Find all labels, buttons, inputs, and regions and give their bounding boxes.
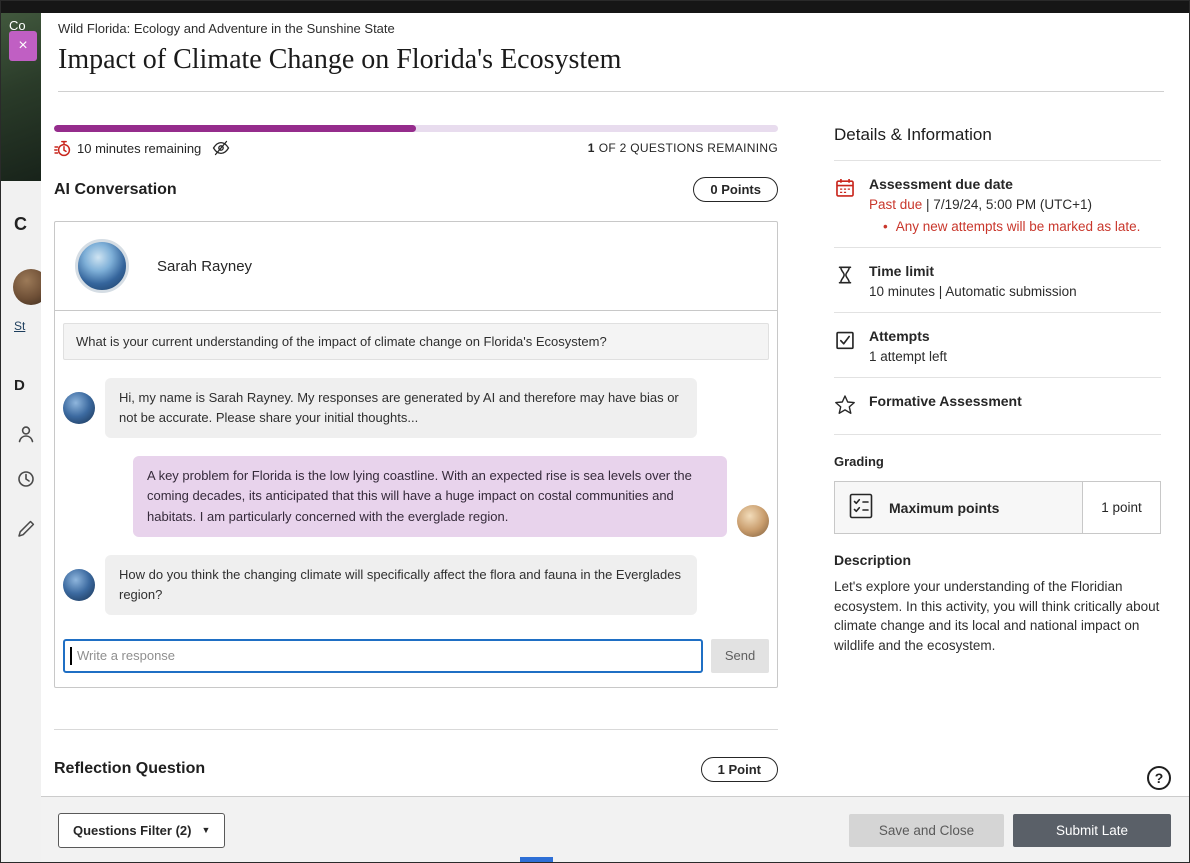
due-date-item: Assessment due date Past due | 7/19/24, … bbox=[834, 161, 1161, 248]
response-input[interactable] bbox=[63, 639, 703, 673]
grading-box: Maximum points 1 point bbox=[834, 481, 1161, 534]
details-heading: Details & Information bbox=[834, 125, 1161, 145]
timer-icon bbox=[54, 140, 71, 157]
attempts-content: Attempts 1 attempt left bbox=[869, 328, 947, 364]
ai-conversation-card: Sarah Rayney What is your current unders… bbox=[54, 221, 778, 688]
question-divider bbox=[54, 729, 778, 730]
ai-conversation-header-row: AI Conversation 0 Points bbox=[54, 177, 778, 202]
chat-message-student: A key problem for Florida is the low lyi… bbox=[63, 456, 769, 536]
star-icon bbox=[834, 393, 856, 421]
ai-avatar bbox=[63, 569, 95, 601]
chat-message-ai: Hi, my name is Sarah Rayney. My response… bbox=[63, 378, 769, 438]
details-panel: Details & Information Assessment due dat… bbox=[834, 125, 1161, 655]
course-title: Wild Florida: Ecology and Adventure in t… bbox=[58, 21, 1160, 36]
attempt-progress-bar bbox=[54, 125, 778, 132]
ai-persona-avatar bbox=[75, 239, 129, 293]
close-icon: × bbox=[18, 38, 27, 54]
bullet: • bbox=[883, 219, 888, 234]
text-cursor bbox=[70, 647, 72, 665]
save-and-close-button[interactable]: Save and Close bbox=[849, 814, 1004, 847]
due-date-title: Assessment due date bbox=[869, 176, 1140, 192]
chat-message-ai: How do you think the changing climate wi… bbox=[63, 555, 769, 615]
maximum-points-value: 1 point bbox=[1082, 482, 1160, 533]
question-mark-icon: ? bbox=[1155, 770, 1164, 786]
questions-remaining-label: OF 2 QUESTIONS REMAINING bbox=[599, 141, 778, 155]
time-limit-content: Time limit 10 minutes | Automatic submis… bbox=[869, 263, 1077, 299]
description-heading: Description bbox=[834, 552, 1161, 568]
due-status: Past due bbox=[869, 197, 922, 212]
ai-avatar bbox=[63, 392, 95, 424]
time-limit-title: Time limit bbox=[869, 263, 1077, 279]
attempts-value: 1 attempt left bbox=[869, 349, 947, 364]
header-divider bbox=[58, 91, 1164, 92]
attempts-icon bbox=[834, 328, 856, 364]
late-warning-text: Any new attempts will be marked as late. bbox=[896, 219, 1141, 234]
attempts-item: Attempts 1 attempt left bbox=[834, 313, 1161, 378]
attempts-title: Attempts bbox=[869, 328, 947, 344]
formative-title: Formative Assessment bbox=[869, 393, 1022, 409]
student-avatar bbox=[737, 505, 769, 537]
description-text: Let's explore your understanding of the … bbox=[834, 577, 1161, 655]
formative-content: Formative Assessment bbox=[869, 393, 1022, 421]
maximum-points-cell: Maximum points bbox=[835, 482, 1082, 533]
ai-conversation-points-badge: 0 Points bbox=[693, 177, 778, 202]
progress-fill bbox=[54, 125, 416, 132]
reflection-header-row: Reflection Question 1 Point bbox=[54, 757, 778, 782]
time-remaining: 10 minutes remaining bbox=[77, 141, 201, 156]
chat-body: What is your current understanding of th… bbox=[55, 311, 777, 687]
chevron-down-icon: ▼ bbox=[201, 825, 210, 835]
reflection-question-heading: Reflection Question bbox=[54, 760, 205, 778]
questions-filter-button[interactable]: Questions Filter (2) ▼ bbox=[58, 813, 225, 848]
window-top-strip bbox=[1, 1, 1189, 13]
questions-remaining-count: 1 bbox=[588, 141, 595, 155]
instructor-avatar[interactable] bbox=[13, 269, 41, 305]
underlying-heading-fragment: C bbox=[14, 214, 27, 235]
ai-message-text: Hi, my name is Sarah Rayney. My response… bbox=[105, 378, 697, 438]
rubric-icon bbox=[847, 491, 875, 525]
footer-bar: Questions Filter (2) ▼ Save and Close Su… bbox=[41, 796, 1190, 863]
send-button[interactable]: Send bbox=[711, 639, 769, 673]
underlying-link-fragment[interactable]: St bbox=[14, 319, 25, 333]
underlying-course-page: Co C St D bbox=[1, 13, 41, 863]
close-panel-button[interactable]: × bbox=[9, 31, 37, 61]
ai-persona-name: Sarah Rayney bbox=[157, 258, 252, 275]
reflection-points-badge: 1 Point bbox=[701, 757, 778, 782]
person-icon[interactable] bbox=[16, 424, 36, 444]
hourglass-icon bbox=[834, 263, 856, 299]
ai-conversation-heading: AI Conversation bbox=[54, 181, 177, 199]
ai-message-text: How do you think the changing climate wi… bbox=[105, 555, 697, 615]
help-button[interactable]: ? bbox=[1147, 766, 1171, 790]
conversation-prompt: What is your current understanding of th… bbox=[63, 323, 769, 360]
time-limit-item: Time limit 10 minutes | Automatic submis… bbox=[834, 248, 1161, 313]
due-date-content: Assessment due date Past due | 7/19/24, … bbox=[869, 176, 1140, 234]
maximum-points-label: Maximum points bbox=[889, 500, 999, 516]
late-warning: • Any new attempts will be marked as late… bbox=[869, 219, 1140, 234]
underlying-heading-fragment-2: D bbox=[14, 377, 25, 394]
underlying-focus-fragment bbox=[520, 857, 553, 863]
student-message-text: A key problem for Florida is the low lyi… bbox=[133, 456, 727, 536]
persona-row: Sarah Rayney bbox=[55, 222, 777, 310]
clock-icon[interactable] bbox=[16, 469, 36, 489]
hide-timer-icon[interactable] bbox=[212, 139, 230, 157]
page-title: Impact of Climate Change on Florida's Ec… bbox=[58, 44, 1160, 76]
due-date-value: Past due | 7/19/24, 5:00 PM (UTC+1) bbox=[869, 197, 1140, 212]
response-input-wrap bbox=[63, 639, 703, 673]
assessment-screen: Co C St D × Wild Florida: Ecology and Ad… bbox=[0, 0, 1190, 863]
submit-late-button[interactable]: Submit Late bbox=[1013, 814, 1171, 847]
questions-remaining: 1 OF 2 QUESTIONS REMAINING bbox=[588, 141, 778, 155]
due-datetime: | 7/19/24, 5:00 PM (UTC+1) bbox=[922, 197, 1092, 212]
pencil-icon[interactable] bbox=[16, 519, 36, 539]
question-column: 10 minutes remaining 1 OF 2 QUESTIONS REM… bbox=[54, 125, 778, 782]
panel-header: Wild Florida: Ecology and Adventure in t… bbox=[58, 21, 1160, 76]
time-limit-value: 10 minutes | Automatic submission bbox=[869, 284, 1077, 299]
questions-filter-label: Questions Filter (2) bbox=[73, 823, 191, 838]
assessment-panel: Wild Florida: Ecology and Adventure in t… bbox=[41, 13, 1190, 863]
formative-item: Formative Assessment bbox=[834, 378, 1161, 435]
chat-input-row: Send bbox=[63, 639, 769, 673]
calendar-icon bbox=[834, 176, 856, 234]
timer-row: 10 minutes remaining 1 OF 2 QUESTIONS REM… bbox=[54, 139, 778, 157]
grading-heading: Grading bbox=[834, 454, 1161, 469]
